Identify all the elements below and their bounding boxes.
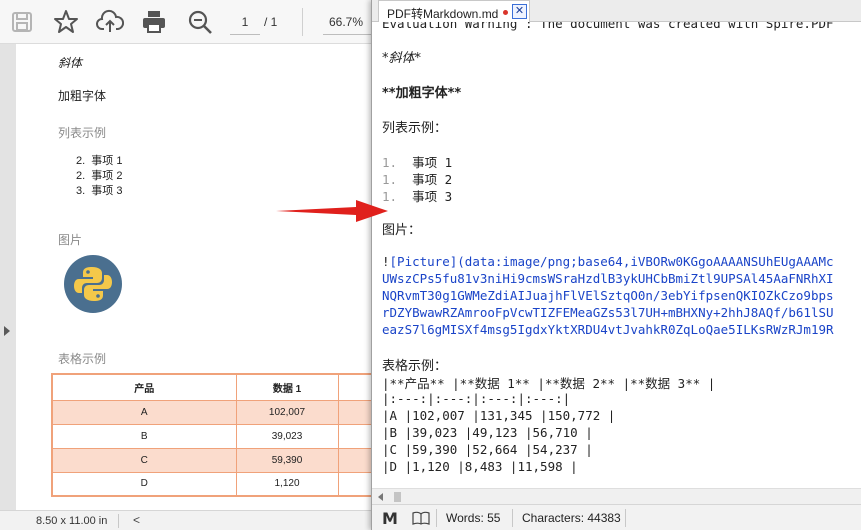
italic-text: 斜体 [58,56,83,70]
pdf-status-bar: 8.50 x 11.00 in < [0,510,372,530]
toolbar-divider [302,8,303,36]
table-cell [337,447,372,473]
sidebar-toggle-strip[interactable] [0,44,16,510]
table-cell: 1,120 [235,471,339,497]
character-count: Characters: 44383 [522,511,621,525]
status-divider [118,514,119,528]
python-logo-icon [64,255,122,313]
image-heading: 图片 [58,233,83,247]
list-item: 2. 事项 1 [76,155,123,167]
table-line: |C |59,390 |52,664 |54,237 | [382,442,593,457]
ordered-list: 2. 事项 1 2. 事项 2 3. 事项 3 [76,154,122,199]
status-divider [625,509,626,527]
column-header: 数据 1 [235,373,339,401]
save-icon[interactable] [8,8,36,36]
table-cell [337,399,372,425]
editor-tab[interactable]: PDF转Markdown.md ✕ [378,0,530,22]
screenshot-stage: 1 / 1 66.7% 斜体 加粗字体 列表示例 2. 事项 1 2. 事项 2… [0,0,861,530]
table-cell [337,423,372,449]
table-row: A 102,007 [51,399,372,425]
table-line: |B |39,023 |49,123 |56,710 | [382,425,593,440]
print-icon[interactable] [140,8,168,36]
picture-line: eazS7l6gMISXf4msg5IgdxYktXRDU4vtJvahkR0Z… [382,322,834,337]
table-cell: C [51,447,237,473]
pdf-data-table: 产品 数据 1 A 102,007 B 39,023 C 59,390 D 1,… [51,373,372,497]
bold-text: 加粗字体 [58,89,107,103]
table-header-row: 产品 数据 1 [51,373,372,401]
page-total: / 1 [264,15,278,29]
markdown-editor: PDF转Markdown.md ✕ Evaluation Warning : T… [371,0,861,530]
column-header: 产品 [51,373,237,401]
scroll-left-arrow-icon[interactable] [378,493,383,501]
picture-line: NQRvmT30g1GWMeZdiAIJuajhFlVElSztqO0n/3eb… [382,288,834,303]
editor-status-bar: M Words: 55 Characters: 44383 [372,504,861,530]
table-line: |**产品** |**数据 1** |**数据 2** |**数据 3** | [382,376,716,391]
list-line: 1. 事项 3 [382,189,453,204]
upload-cloud-icon[interactable] [96,8,125,36]
table-cell: 59,390 [235,447,339,473]
red-arrow-icon [276,200,388,222]
zoom-out-icon[interactable] [186,8,214,36]
markdown-icon[interactable]: M [382,509,398,528]
status-divider [512,509,513,527]
scrollbar-thumb[interactable] [394,492,401,502]
table-cell: B [51,423,237,449]
table-cell [337,471,372,497]
picture-line: UWszCPs5fu81v3niHi9cmsWSraHzdlB3ykUHCbBm… [382,271,834,286]
table-cell: 39,023 [235,423,339,449]
close-tab-button[interactable]: ✕ [512,4,527,19]
horizontal-scrollbar[interactable] [372,488,861,504]
tab-title: PDF转Markdown.md [387,7,499,21]
table-cell: A [51,399,237,425]
status-divider [436,509,437,527]
editor-text-area[interactable]: Evaluation Warning : The document was cr… [372,22,861,488]
table-row: D 1,120 [51,471,372,497]
table-row: B 39,023 [51,423,372,449]
warning-line: Evaluation Warning : The document was cr… [382,22,834,31]
table-cell: 102,007 [235,399,339,425]
table-heading: 表格示例 [58,352,107,366]
scroll-left-button[interactable]: < [133,513,140,527]
pdf-page: 斜体 加粗字体 列表示例 2. 事项 1 2. 事项 2 3. 事项 3 图片 … [16,44,372,510]
word-count: Words: 55 [446,511,501,525]
book-icon[interactable] [412,511,430,525]
star-icon[interactable] [52,8,80,36]
list-heading-line: 列表示例： [382,121,448,136]
table-line: |D |1,120 |8,483 |11,598 | [382,459,578,474]
picture-line: rDZYBwawRZAmrooFpVcwTIZFEMeaGZs53l7UH+mB… [382,305,834,320]
list-item: 3. 事项 3 [76,185,123,197]
expand-arrow-icon[interactable] [4,326,10,336]
page-size-label: 8.50 x 11.00 in [36,515,108,527]
pdf-viewer: 1 / 1 66.7% 斜体 加粗字体 列表示例 2. 事项 1 2. 事项 2… [0,0,372,530]
zoom-level-input[interactable]: 66.7% [323,9,371,35]
editor-tab-bar: PDF转Markdown.md ✕ [372,0,861,22]
picture-line: ![Picture](data:image/png;base64,iVBORw0… [382,254,834,269]
list-item: 2. 事项 2 [76,170,123,182]
table-cell: D [51,471,237,497]
page-number-input[interactable]: 1 [230,9,260,35]
bold-markdown-line: **加粗字体** [382,86,462,101]
table-line: |A |102,007 |131,345 |150,772 | [382,408,616,423]
table-heading-line: 表格示例： [382,359,448,374]
table-row: C 59,390 [51,447,372,473]
list-heading: 列表示例 [58,126,107,140]
column-header [337,373,372,401]
modified-dot-icon [503,10,508,15]
pdf-toolbar: 1 / 1 66.7% [0,0,372,44]
table-line: |:---:|:---:|:---:|:---:| [382,391,571,406]
italic-markdown-line: *斜体* [382,51,422,66]
